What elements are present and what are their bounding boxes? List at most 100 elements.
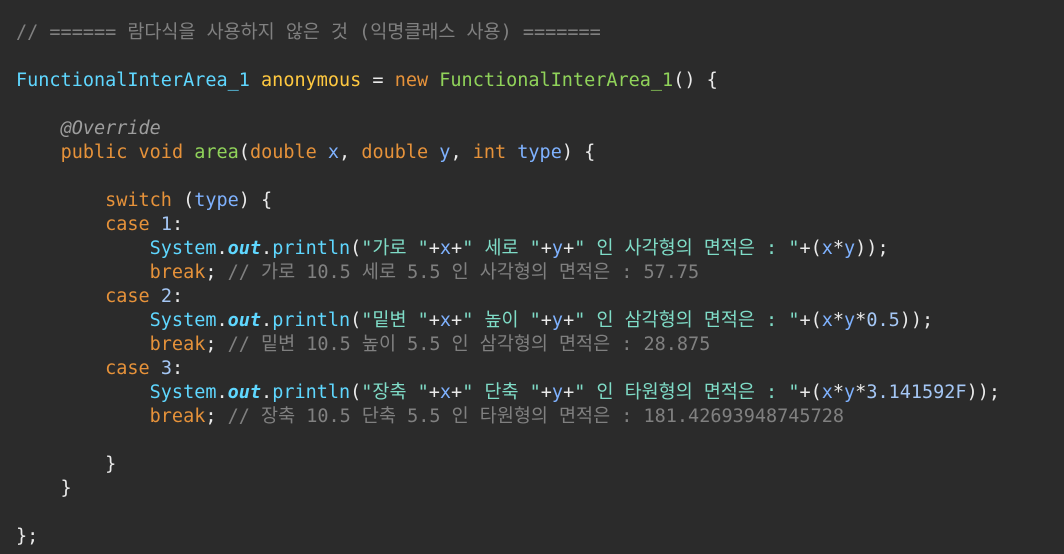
type-name: println	[272, 310, 351, 331]
string-literal: " 단축 "	[462, 382, 541, 403]
keyword: double	[249, 142, 317, 163]
code-text: () {	[673, 70, 718, 91]
string-literal: " 세로 "	[462, 238, 541, 259]
keyword: void	[138, 142, 184, 163]
type-name: System	[149, 382, 217, 403]
code-text: (	[171, 190, 195, 211]
code-text: +	[540, 238, 552, 259]
code-line[interactable]: break; // 가로 10.5 세로 5.5 인 사각형의 면적은 : 57…	[16, 261, 700, 285]
code-line[interactable]: public void area(double x, double y, int…	[16, 141, 596, 165]
static-field: out	[227, 382, 262, 403]
keyword: double	[361, 142, 429, 163]
code-text: =	[361, 70, 395, 91]
code-line[interactable]: break; // 밑변 10.5 높이 5.5 인 삼각형의 면적은 : 28…	[16, 333, 711, 357]
string-literal: "장축 "	[361, 382, 429, 403]
variable-name: x	[439, 382, 452, 403]
code-text: ) {	[561, 142, 596, 163]
variable-name: type	[194, 190, 239, 211]
code-text: +(	[799, 310, 822, 331]
code-text: +(	[799, 238, 822, 259]
code-text: *	[855, 310, 867, 331]
variable-name: x	[821, 310, 833, 331]
code-text: +	[540, 310, 552, 331]
string-literal: "밑변 "	[361, 310, 429, 331]
code-text: (	[350, 382, 362, 403]
number-literal: 0.5	[866, 310, 900, 331]
code-editor[interactable]: // ====== 람다식을 사용하지 않은 것 (익명클래스 사용) ====…	[0, 0, 1064, 554]
variable-name: y	[439, 142, 451, 163]
variable-name: y	[551, 238, 564, 259]
variable-name: x	[439, 238, 452, 259]
code-line[interactable]: case 3:	[16, 357, 183, 381]
code-line[interactable]: System.out.println("밑변 "+x+" 높이 "+y+" 인 …	[16, 309, 934, 333]
code-text: +	[428, 310, 440, 331]
type-name: System	[149, 310, 217, 331]
variable-name: x	[821, 382, 833, 403]
code-line[interactable]: case 1:	[16, 213, 183, 237]
code-text: ,	[339, 142, 362, 163]
number-literal: 3	[160, 358, 172, 379]
code-comment: // 가로 10.5 세로 5.5 인 사각형의 면적은 : 57.75	[227, 262, 700, 283]
string-literal: " 인 타원형의 면적은 : "	[574, 382, 800, 403]
code-line[interactable]: FunctionalInterArea_1 anonymous = new Fu…	[16, 69, 718, 93]
keyword: break	[149, 334, 206, 355]
number-literal: 2	[160, 286, 172, 307]
variable-name: y	[551, 310, 564, 331]
code-text: .	[261, 238, 273, 259]
code-line[interactable]: @Override	[16, 117, 161, 141]
annotation: @Override	[60, 118, 161, 139]
keyword: break	[149, 406, 206, 427]
code-line[interactable]: case 2:	[16, 285, 183, 309]
code-line[interactable]: // ====== 람다식을 사용하지 않은 것 (익명클래스 사용) ====…	[16, 21, 601, 45]
static-field: out	[227, 238, 262, 259]
code-text: +	[428, 382, 440, 403]
code-text: +	[451, 238, 463, 259]
code-text: :	[171, 286, 184, 307]
code-text: .	[216, 238, 228, 259]
code-text: }	[16, 478, 72, 499]
code-text: :	[171, 214, 184, 235]
variable-name: x	[821, 238, 833, 259]
code-text: ));	[899, 310, 934, 331]
code-text: *	[832, 310, 845, 331]
code-line[interactable]: }	[16, 453, 116, 477]
code-text: ));	[855, 238, 889, 259]
code-text: ;	[205, 334, 228, 355]
string-literal: "가로 "	[361, 238, 429, 259]
code-text: +	[428, 238, 440, 259]
code-text: *	[855, 382, 867, 403]
code-text: *	[832, 382, 845, 403]
code-text: .	[261, 310, 273, 331]
code-text: (	[350, 310, 362, 331]
code-line[interactable]: System.out.println("가로 "+x+" 세로 "+y+" 인 …	[16, 237, 889, 261]
code-text: ));	[966, 382, 1000, 403]
type-name: FunctionalInterArea_1	[16, 70, 250, 91]
code-line[interactable]: break; // 장축 10.5 단축 5.5 인 타원형의 면적은 : 18…	[16, 405, 844, 429]
code-text: ,	[450, 142, 473, 163]
code-text: }	[16, 454, 117, 475]
code-text: (	[350, 238, 362, 259]
code-line[interactable]: switch (type) {	[16, 189, 272, 213]
code-line[interactable]: System.out.println("장축 "+x+" 단축 "+y+" 인 …	[16, 381, 1000, 405]
keyword: int	[472, 142, 507, 163]
type-name: println	[272, 382, 351, 403]
code-comment: // 장축 10.5 단축 5.5 인 타원형의 면적은 : 181.42693…	[227, 406, 844, 427]
keyword: break	[149, 262, 206, 283]
anonymous-variable: anonymous	[261, 70, 362, 91]
code-line[interactable]: }	[16, 477, 72, 501]
type-name: println	[272, 238, 351, 259]
keyword: case	[105, 286, 150, 307]
static-field: out	[227, 310, 262, 331]
code-line[interactable]: };	[16, 525, 38, 549]
code-text: .	[261, 382, 273, 403]
